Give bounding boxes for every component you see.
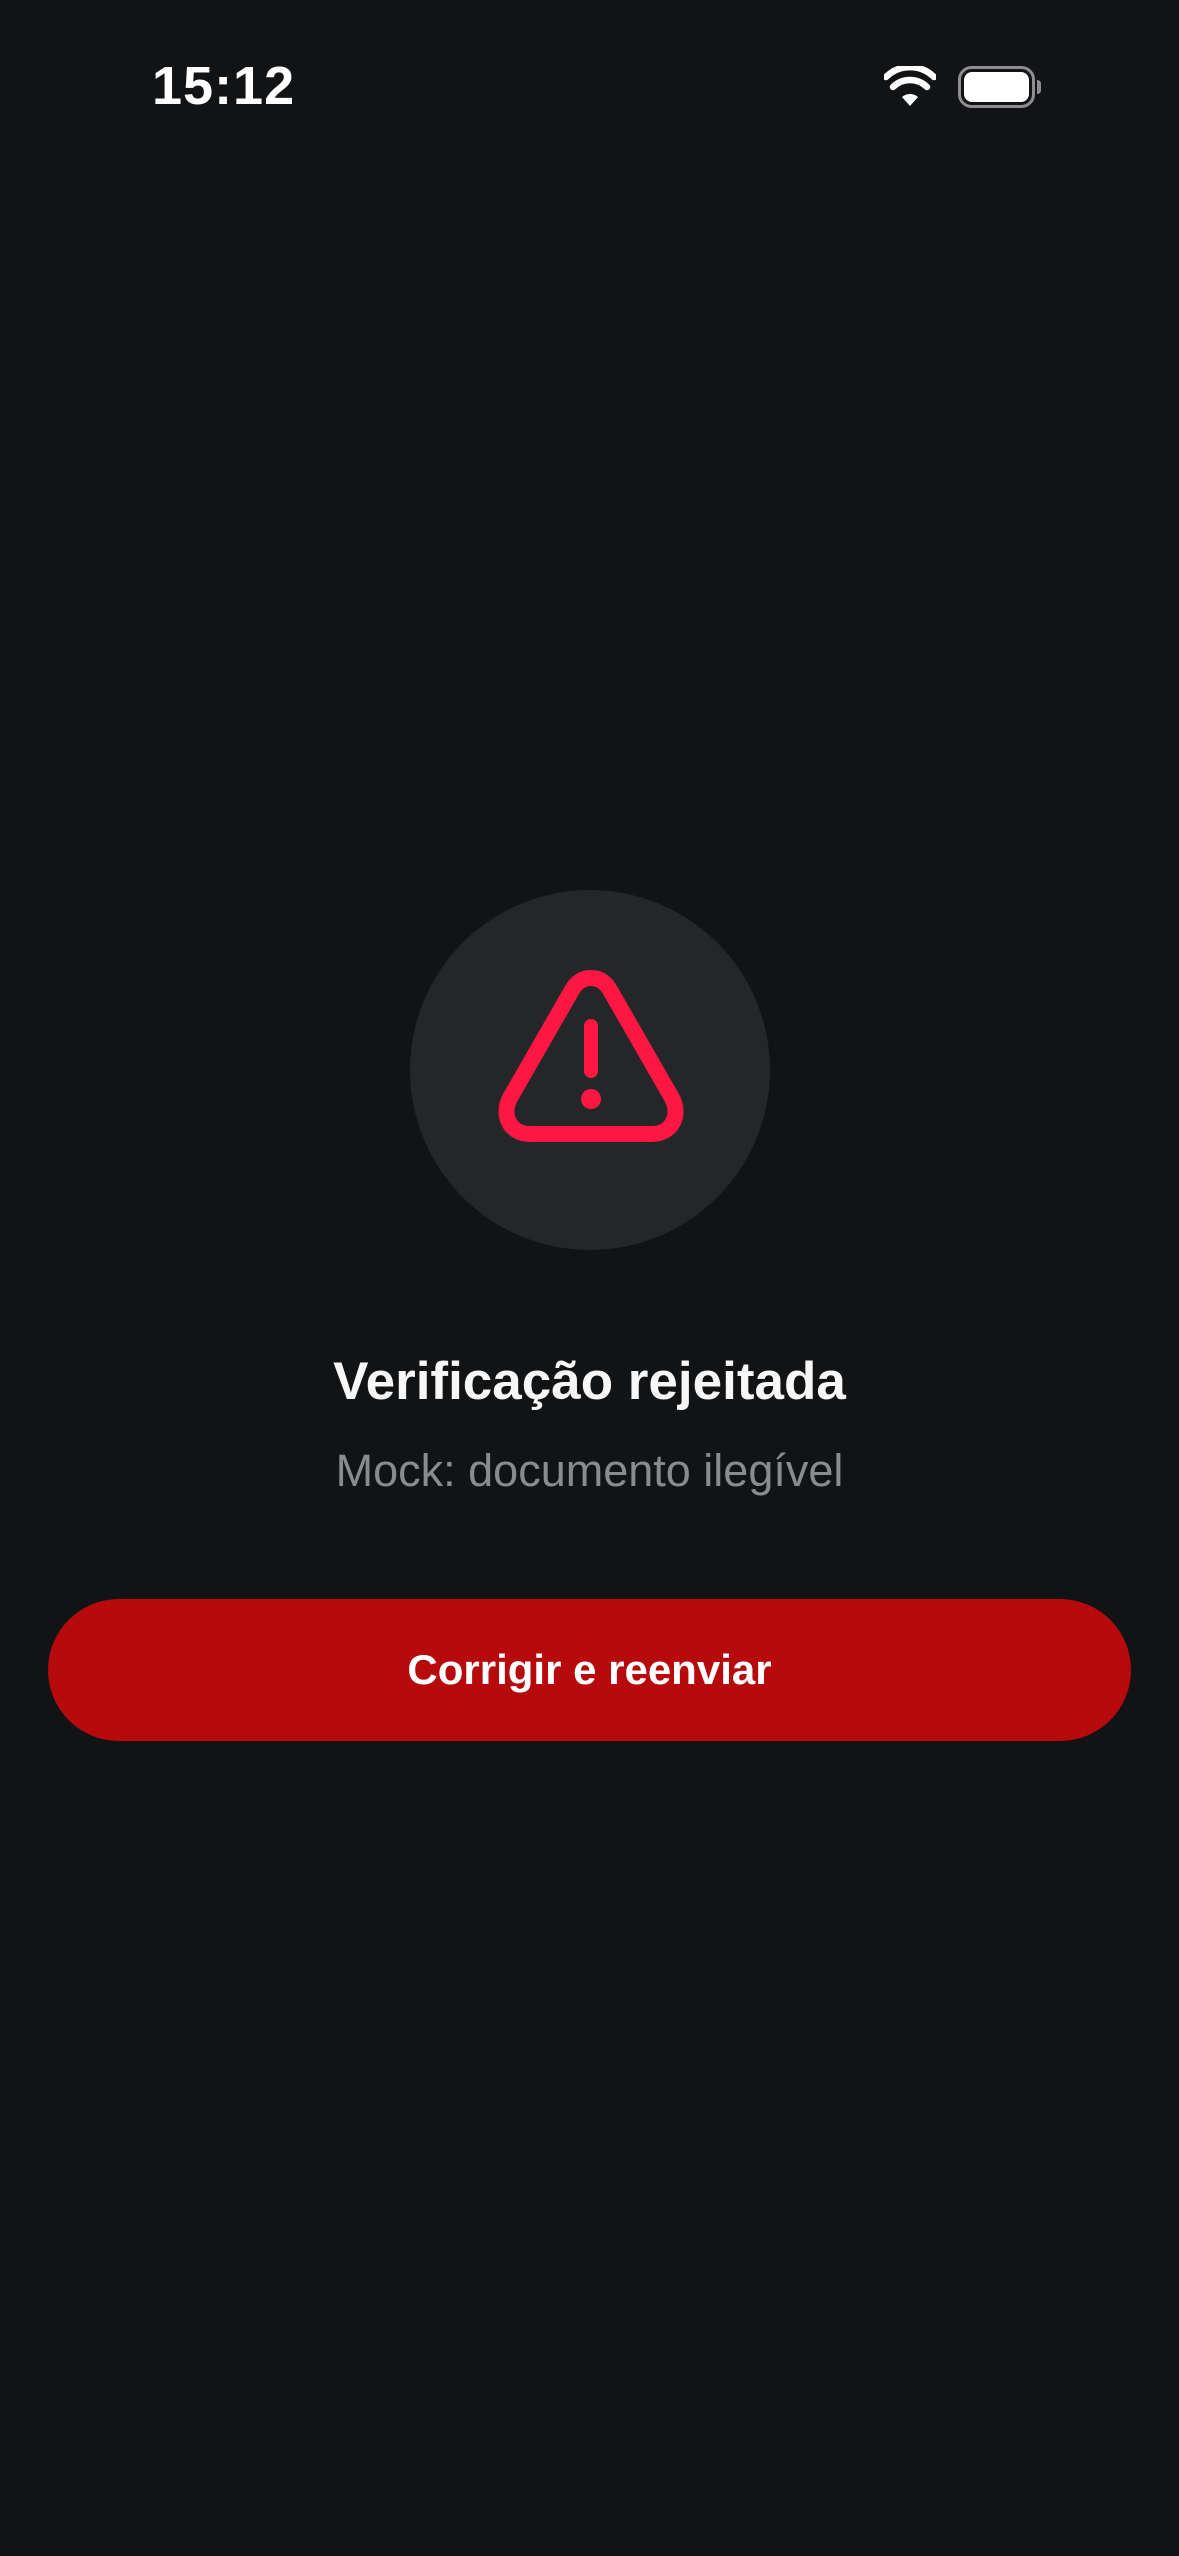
battery-icon	[958, 66, 1041, 108]
fix-and-resubmit-button[interactable]: Corrigir e reenviar	[48, 1599, 1131, 1741]
status-time: 15:12	[152, 56, 296, 116]
page-title: Verificação rejeitada	[333, 1352, 846, 1411]
rejection-reason: Mock: documento ilegível	[335, 1445, 844, 1496]
warning-triangle-icon	[498, 970, 684, 1142]
alert-icon-circle	[410, 890, 770, 1250]
wifi-icon	[884, 66, 936, 106]
status-bar: 15:12	[0, 0, 1179, 170]
